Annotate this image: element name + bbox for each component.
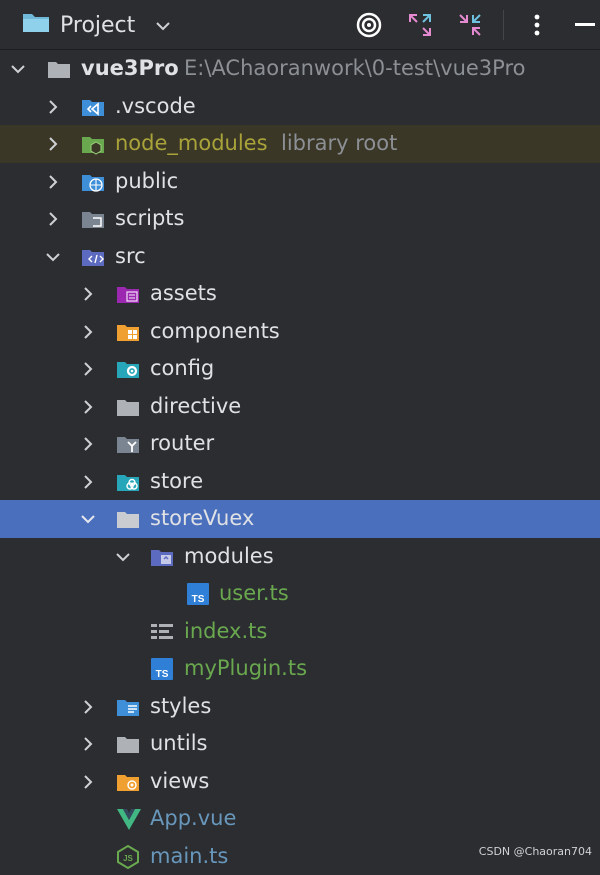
- tree-row-views[interactable]: views: [0, 763, 600, 801]
- expand-icon[interactable]: [405, 10, 435, 40]
- ts-badge-text: TS: [192, 594, 205, 605]
- chevron-down-icon[interactable]: [78, 509, 98, 529]
- tree-label: .vscode: [115, 94, 196, 118]
- index-file-icon: [150, 620, 174, 644]
- vscode-folder-icon: [81, 95, 105, 119]
- typescript-file-icon: TS: [186, 582, 210, 606]
- chevron-down-icon[interactable]: [113, 547, 133, 567]
- modules-folder-icon: [150, 545, 174, 569]
- typescript-file-icon: TS: [150, 657, 174, 681]
- tree-row-user-ts[interactable]: TS user.ts: [0, 575, 600, 613]
- minimize-icon[interactable]: [570, 10, 600, 40]
- tree-row-config[interactable]: config: [0, 350, 600, 388]
- tree-row-modules[interactable]: modules: [0, 538, 600, 576]
- tree-label: App.vue: [150, 806, 236, 830]
- chevron-right-icon[interactable]: [78, 734, 98, 754]
- watermark: CSDN @Chaoran704: [479, 845, 592, 858]
- tree-row-myplugin-ts[interactable]: TS myPlugin.ts: [0, 650, 600, 688]
- chevron-right-icon[interactable]: [43, 134, 63, 154]
- tree-row-index-ts[interactable]: index.ts: [0, 613, 600, 651]
- target-icon[interactable]: [354, 10, 384, 40]
- tree-row-app-vue[interactable]: App.vue: [0, 800, 600, 838]
- tree-label: config: [150, 356, 214, 380]
- tree-label: styles: [150, 694, 211, 718]
- chevron-right-icon[interactable]: [78, 772, 98, 792]
- ts-badge-text: TS: [156, 669, 169, 680]
- folder-icon: [47, 57, 71, 81]
- chevron-right-icon[interactable]: [78, 322, 98, 342]
- tree-label: assets: [150, 281, 217, 305]
- project-folder-icon: [22, 11, 50, 39]
- chevron-right-icon[interactable]: [43, 209, 63, 229]
- tree-row-router[interactable]: router: [0, 425, 600, 463]
- chevron-right-icon[interactable]: [78, 359, 98, 379]
- toolbar-divider: [503, 10, 504, 40]
- project-title: Project: [60, 13, 135, 38]
- chevron-right-icon[interactable]: [78, 472, 98, 492]
- chevron-right-icon[interactable]: [78, 434, 98, 454]
- tree-row-styles[interactable]: styles: [0, 688, 600, 726]
- vue-file-icon: [116, 807, 140, 831]
- tree-row-src[interactable]: src: [0, 238, 600, 276]
- store-folder-icon: [116, 470, 140, 494]
- script-folder-icon: [81, 207, 105, 231]
- folder-icon: [116, 732, 140, 756]
- chevron-right-icon[interactable]: [78, 284, 98, 304]
- project-view-selector[interactable]: Project: [22, 10, 171, 40]
- tree-label: components: [150, 319, 280, 343]
- gear-folder-icon: [116, 357, 140, 381]
- folder-icon: [116, 395, 140, 419]
- tree-label: store: [150, 469, 203, 493]
- library-root-hint: library root: [281, 131, 397, 155]
- chevron-down-icon[interactable]: [43, 247, 63, 267]
- tree-row-root[interactable]: vue3Pro E:\AChaoranwork\0-test\vue3Pro: [0, 50, 600, 88]
- tree-row-components[interactable]: components: [0, 313, 600, 351]
- tree-row-vscode[interactable]: .vscode: [0, 88, 600, 126]
- tree-label: public: [115, 169, 178, 193]
- tree-label: myPlugin.ts: [184, 656, 307, 680]
- project-tree: vue3Pro E:\AChaoranwork\0-test\vue3Pro .…: [0, 50, 600, 875]
- tree-label: untils: [150, 731, 207, 755]
- tree-row-untils[interactable]: untils: [0, 725, 600, 763]
- tree-label: src: [115, 244, 146, 268]
- tree-row-store[interactable]: store: [0, 463, 600, 501]
- tree-label: scripts: [115, 206, 184, 230]
- root-name: vue3Pro: [81, 56, 179, 80]
- tree-row-public[interactable]: public: [0, 163, 600, 201]
- styles-folder-icon: [116, 695, 140, 719]
- tree-row-directive[interactable]: directive: [0, 388, 600, 426]
- chevron-right-icon[interactable]: [43, 172, 63, 192]
- views-folder-icon: [116, 770, 140, 794]
- project-toolbar: Project: [0, 0, 600, 50]
- tree-row-storevuex[interactable]: storeVuex: [0, 500, 600, 538]
- tree-label: modules: [184, 544, 274, 568]
- chevron-right-icon[interactable]: [43, 97, 63, 117]
- tree-label: views: [150, 769, 209, 793]
- kebab-menu-icon[interactable]: [522, 10, 552, 40]
- chevron-right-icon[interactable]: [78, 697, 98, 717]
- globe-folder-icon: [81, 170, 105, 194]
- collapse-icon[interactable]: [455, 10, 485, 40]
- node-folder-icon: [81, 132, 105, 156]
- tree-row-scripts[interactable]: scripts: [0, 200, 600, 238]
- chevron-down-icon[interactable]: [8, 59, 28, 79]
- tree-label: node_modules: [115, 131, 268, 155]
- tree-label: directive: [150, 394, 241, 418]
- svg-text:JS: JS: [123, 854, 133, 863]
- route-folder-icon: [116, 432, 140, 456]
- source-folder-icon: [81, 245, 105, 269]
- assets-folder-icon: [116, 282, 140, 306]
- chevron-right-icon[interactable]: [78, 397, 98, 417]
- tree-label: storeVuex: [150, 506, 254, 530]
- root-path: E:\AChaoranwork\0-test\vue3Pro: [184, 56, 526, 80]
- node-js-file-icon: JS: [116, 845, 140, 869]
- tree-row-node-modules[interactable]: node_modules library root: [0, 125, 600, 163]
- tree-row-assets[interactable]: assets: [0, 275, 600, 313]
- tree-label: user.ts: [219, 581, 289, 605]
- folder-icon: [116, 507, 140, 531]
- chevron-down-icon: [155, 15, 171, 36]
- components-folder-icon: [116, 320, 140, 344]
- tree-label: router: [150, 431, 214, 455]
- tree-label: index.ts: [184, 619, 267, 643]
